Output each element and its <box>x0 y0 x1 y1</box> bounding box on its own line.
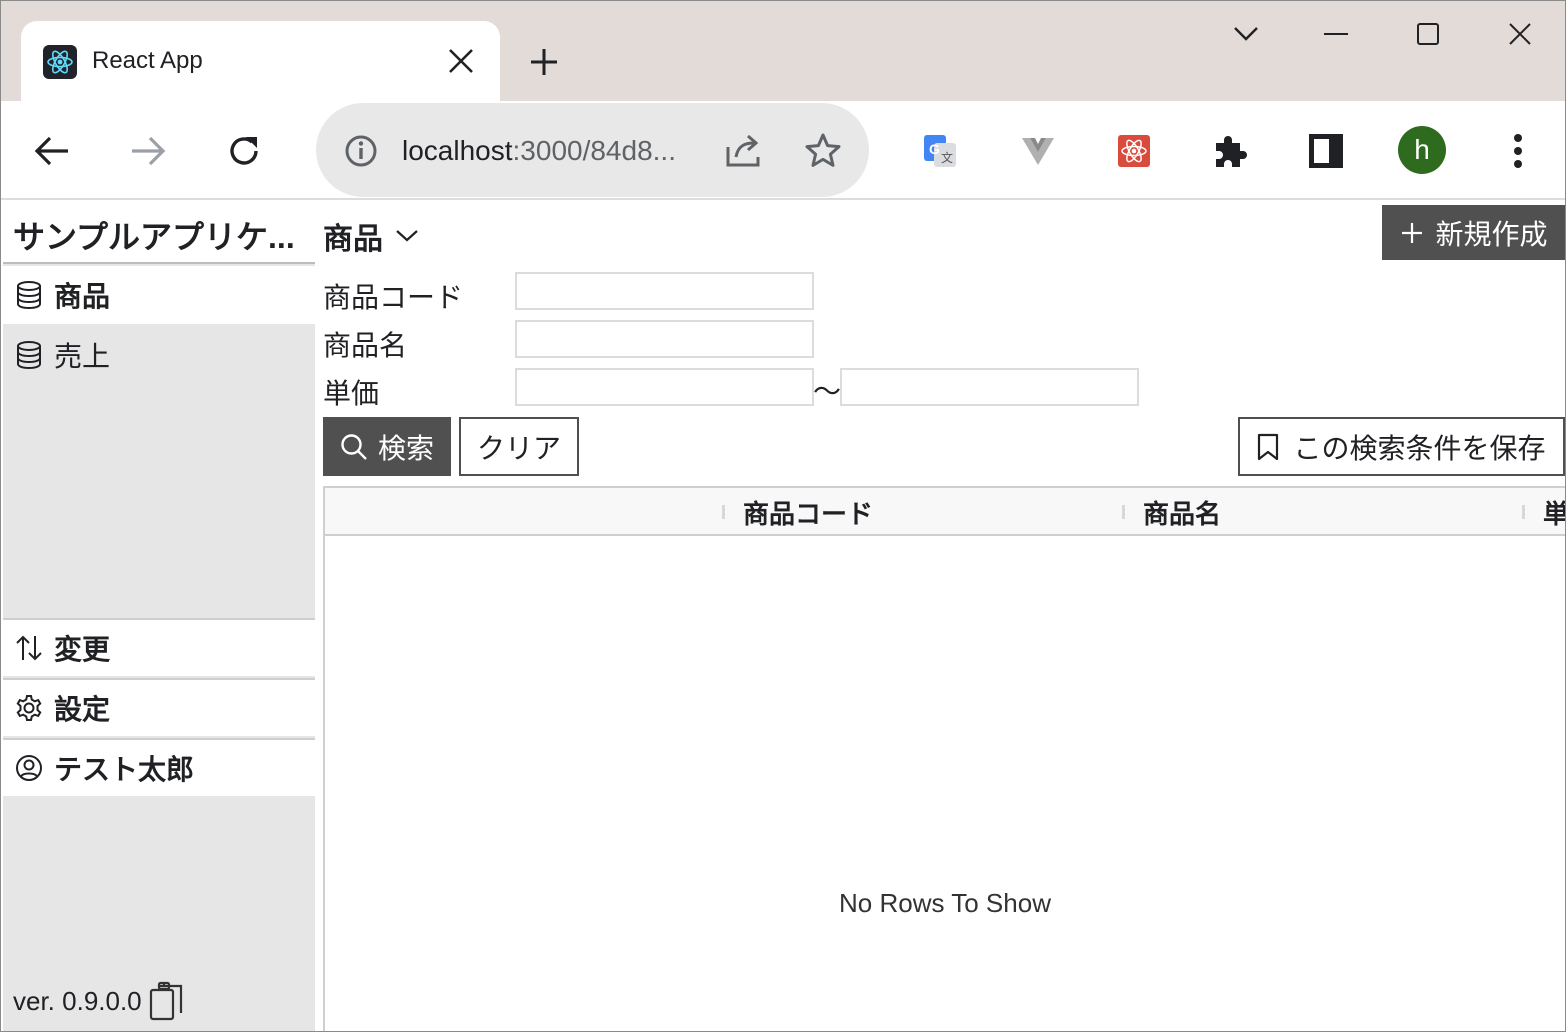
column-resize-handle[interactable] <box>722 505 725 519</box>
bookmark-icon <box>1257 433 1279 461</box>
save-search-button[interactable]: この検索条件を保存 <box>1238 417 1565 476</box>
sidebar: サンプルアプリケ... 商品 売上 変更 設定 テスト太郎 ver. 0.9.0… <box>3 200 315 1031</box>
browser-window: React App localhost:3000/84d8... G 文 h サ… <box>0 0 1566 1032</box>
column-resize-handle[interactable] <box>1522 505 1525 519</box>
svg-text:G: G <box>929 141 940 157</box>
sidebar-item-settings[interactable]: 設定 <box>3 678 315 736</box>
sidebar-item-sales[interactable]: 売上 <box>3 326 315 384</box>
sidebar-item-label: テスト太郎 <box>54 754 195 785</box>
react-favicon-icon <box>43 45 77 79</box>
new-create-button[interactable]: 新規作成 <box>1382 205 1565 260</box>
browser-toolbar: localhost:3000/84d8... G文 h <box>1 101 1565 199</box>
chevron-down-icon <box>395 229 419 243</box>
unit-price-label: 単価 <box>323 378 380 409</box>
grid-header: 商品コード 商品名 単 <box>325 488 1565 536</box>
database-icon <box>15 281 43 309</box>
react-devtools-icon[interactable] <box>1109 126 1159 176</box>
sidebar-item-switch[interactable]: 変更 <box>3 618 315 676</box>
data-grid: 商品コード 商品名 単 No Rows To Show <box>323 486 1565 1031</box>
version-info: ver. 0.9.0.0 <box>13 980 186 1022</box>
swap-vertical-icon <box>15 634 43 662</box>
product-name-label: 商品名 <box>323 330 408 361</box>
clear-button[interactable]: クリア <box>459 417 579 476</box>
search-label: 検索 <box>377 432 434 464</box>
page-title-dropdown[interactable]: 商品 <box>323 214 419 258</box>
url-text[interactable]: localhost:3000/84d8... <box>402 135 676 167</box>
product-name-input[interactable] <box>515 320 814 358</box>
forward-arrow-icon[interactable] <box>123 126 173 176</box>
sidebar-item-label: 売上 <box>54 341 111 372</box>
copy-clipboard-icon[interactable] <box>148 980 186 1022</box>
sidebar-item-products[interactable]: 商品 <box>3 266 315 324</box>
back-arrow-icon[interactable] <box>27 126 77 176</box>
sidebar-item-label: 設定 <box>54 694 111 725</box>
minimize-icon[interactable] <box>1313 11 1359 57</box>
column-header-unit-price[interactable]: 単 <box>1543 488 1565 536</box>
maximize-icon[interactable] <box>1405 11 1451 57</box>
column-resize-handle[interactable] <box>1122 505 1125 519</box>
site-info-icon[interactable] <box>344 134 378 173</box>
extensions-puzzle-icon[interactable] <box>1205 126 1255 176</box>
unit-price-to-input[interactable] <box>840 368 1139 406</box>
reload-icon[interactable] <box>219 126 269 176</box>
search-icon <box>340 433 368 461</box>
tab-search-chevron-icon[interactable] <box>1223 11 1269 57</box>
sidebar-item-label: 商品 <box>54 281 111 312</box>
product-code-input[interactable] <box>515 272 814 310</box>
search-button[interactable]: 検索 <box>323 417 451 476</box>
column-header-product-code[interactable]: 商品コード <box>743 488 873 536</box>
product-code-label: 商品コード <box>323 282 464 313</box>
window-close-icon[interactable] <box>1497 11 1543 57</box>
address-bar[interactable]: localhost:3000/84d8... <box>316 103 869 197</box>
vue-devtools-icon[interactable] <box>1013 126 1063 176</box>
browser-menu-icon[interactable] <box>1493 126 1543 176</box>
range-separator: 〜 <box>813 376 842 407</box>
plus-icon <box>1401 222 1423 244</box>
version-text: ver. 0.9.0.0 <box>13 985 142 1016</box>
tab-strip: React App <box>1 1 1565 103</box>
new-tab-button[interactable] <box>521 39 567 85</box>
page-title: 商品 <box>323 223 383 256</box>
save-search-label: この検索条件を保存 <box>1293 432 1546 464</box>
sidebar-item-user[interactable]: テスト太郎 <box>3 738 315 796</box>
app-title: サンプルアプリケ... <box>3 200 315 264</box>
tab-close-icon[interactable] <box>443 43 479 79</box>
svg-text:文: 文 <box>941 150 953 165</box>
database-icon <box>15 341 43 369</box>
sidebar-item-label: 変更 <box>54 634 111 665</box>
tab-title: React App <box>92 47 203 74</box>
grid-empty-message: No Rows To Show <box>839 888 1051 918</box>
gear-icon <box>15 694 43 722</box>
google-translate-icon[interactable]: G文 <box>915 126 965 176</box>
column-header-product-name[interactable]: 商品名 <box>1143 488 1221 536</box>
new-create-label: 新規作成 <box>1435 218 1548 250</box>
profile-avatar[interactable]: h <box>1398 126 1446 174</box>
bookmark-star-icon[interactable] <box>804 132 842 175</box>
user-circle-icon <box>15 754 43 782</box>
browser-tab[interactable]: React App <box>21 21 500 103</box>
share-icon[interactable] <box>724 133 764 174</box>
main-content: 商品 新規作成 商品コード 商品名 単価 〜 検索 クリア この検索条件を保存 … <box>323 200 1565 1031</box>
side-panel-icon[interactable] <box>1301 126 1351 176</box>
app-root: サンプルアプリケ... 商品 売上 変更 設定 テスト太郎 ver. 0.9.0… <box>1 200 1565 1031</box>
unit-price-from-input[interactable] <box>515 368 814 406</box>
